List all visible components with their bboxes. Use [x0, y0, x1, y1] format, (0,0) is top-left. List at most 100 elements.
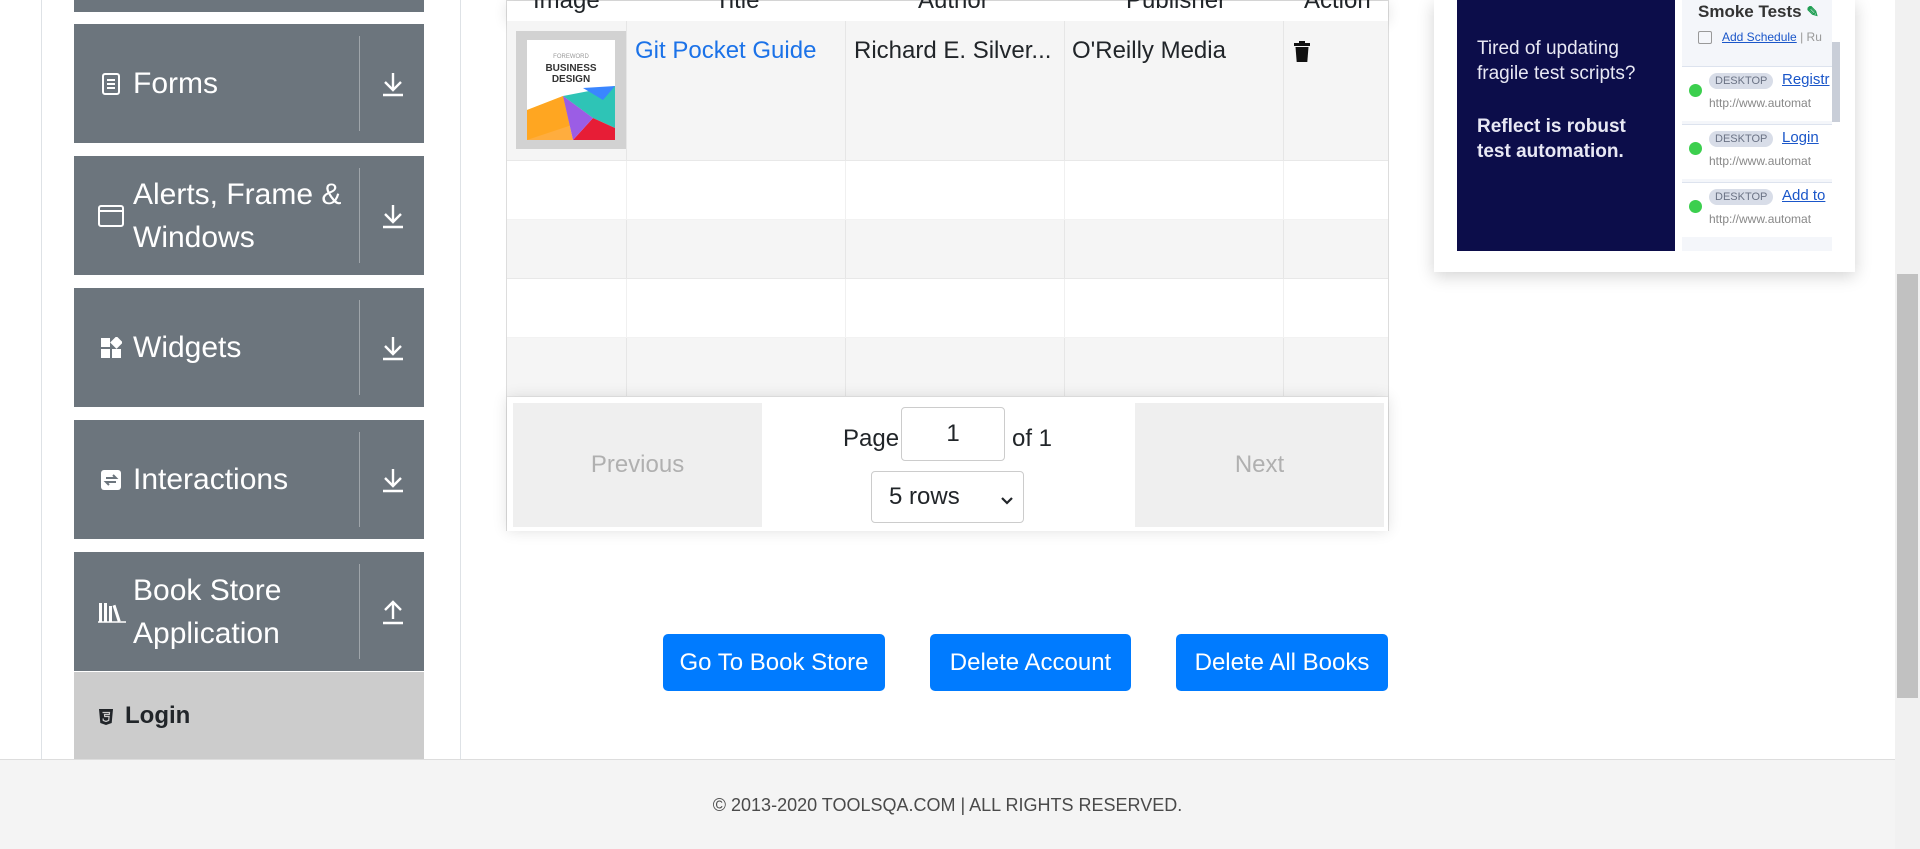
- column-divider: [626, 338, 627, 396]
- go-to-book-store-button[interactable]: Go To Book Store: [663, 634, 885, 691]
- ad-test-url: http://www.automat: [1709, 96, 1812, 110]
- ad-schedule-row: Add Schedule | Ru: [1698, 30, 1822, 45]
- copyright-text: © 2013-2020 TOOLSQA.COM | ALL RIGHTS RES…: [712, 795, 1183, 815]
- download-arrow-icon[interactable]: [380, 465, 406, 495]
- ad-panel-title-text: Smoke Tests: [1698, 2, 1802, 21]
- group-header-book-store[interactable]: Book Store Application: [74, 552, 424, 671]
- status-dot-icon: [1689, 84, 1702, 97]
- pencil-icon: ✎: [1806, 4, 1819, 21]
- ad-panel-title: Smoke Tests ✎: [1698, 2, 1819, 22]
- svg-text:FOREWORD: FOREWORD: [553, 54, 589, 60]
- column-divider: [626, 220, 627, 278]
- ad-test-link: Registr: [1782, 71, 1830, 88]
- scrollbar-thumb[interactable]: [1897, 274, 1918, 698]
- column-divider: [1283, 338, 1284, 396]
- group-label: Widgets: [133, 331, 242, 364]
- delete-account-button[interactable]: Delete Account: [930, 634, 1131, 691]
- ad-scroll-edge: [1832, 42, 1840, 122]
- advertisement[interactable]: Tired of updating fragile test scripts? …: [1434, 0, 1855, 272]
- download-arrow-icon[interactable]: [380, 201, 406, 231]
- chevron-down-icon: [999, 488, 1015, 505]
- column-divider: [1064, 21, 1065, 160]
- group-header-forms[interactable]: Forms: [74, 24, 424, 143]
- page-number-input[interactable]: [901, 407, 1005, 461]
- html5-icon: [98, 708, 114, 726]
- column-divider: [1064, 338, 1065, 396]
- column-header-publisher[interactable]: Publisher: [1126, 0, 1226, 15]
- download-arrow-icon[interactable]: [380, 333, 406, 363]
- divider: [359, 564, 360, 659]
- rows-per-page-value: 5 rows: [889, 483, 960, 510]
- status-dot-icon: [1689, 200, 1702, 213]
- ad-test-url: http://www.automat: [1709, 154, 1812, 168]
- page-scrollbar[interactable]: [1895, 0, 1920, 849]
- book-publisher: O'Reilly Media: [1072, 37, 1226, 64]
- page-total-label: of 1: [1012, 425, 1053, 452]
- column-divider: [845, 161, 846, 219]
- column-divider: [1283, 161, 1284, 219]
- group-header-interactions[interactable]: Interactions: [74, 420, 424, 539]
- download-arrow-icon[interactable]: [380, 69, 406, 99]
- group-label: Alerts, Frame & Windows: [133, 177, 342, 254]
- interactions-icon: [100, 469, 122, 491]
- divider: [359, 36, 360, 131]
- trash-icon[interactable]: [1293, 41, 1311, 63]
- column-divider: [1064, 220, 1065, 278]
- column-header-title[interactable]: Title: [715, 0, 759, 15]
- table-row: [507, 161, 1388, 220]
- column-header-action[interactable]: Action: [1304, 0, 1371, 15]
- main-border: [460, 0, 461, 759]
- column-header-image[interactable]: Image: [533, 0, 600, 15]
- ad-badge: DESKTOP: [1709, 73, 1774, 89]
- svg-text:BUSINESS: BUSINESS: [545, 63, 596, 74]
- group-label: Forms: [133, 67, 218, 100]
- column-divider: [1064, 279, 1065, 337]
- add-schedule-link: Add Schedule: [1722, 30, 1797, 44]
- file-icon: [100, 72, 122, 95]
- svg-text:DESIGN: DESIGN: [552, 74, 590, 85]
- table-row: [507, 279, 1388, 338]
- column-header-author[interactable]: Author: [918, 0, 989, 15]
- column-divider: [845, 279, 846, 337]
- delete-all-books-button[interactable]: Delete All Books: [1176, 634, 1388, 691]
- book-cover-image: FOREWORD BUSINESS DESIGN: [516, 31, 626, 149]
- group-label: Book Store Application: [133, 573, 282, 650]
- divider: [359, 432, 360, 527]
- group-header-alerts[interactable]: Alerts, Frame & Windows: [74, 156, 424, 275]
- book-author: Richard E. Silver...: [854, 37, 1052, 64]
- sidebar-item-label: Login: [125, 701, 191, 729]
- next-button[interactable]: Next: [1135, 403, 1384, 527]
- ad-badge: DESKTOP: [1709, 189, 1774, 205]
- books-icon: [98, 601, 126, 623]
- ad-badge: DESKTOP: [1709, 131, 1774, 147]
- book-title-link[interactable]: Git Pocket Guide: [635, 37, 816, 65]
- ad-test-item: DESKTOP Login http://www.automat: [1682, 124, 1832, 179]
- column-divider: [1283, 220, 1284, 278]
- column-divider: [845, 338, 846, 396]
- ad-test-link: Login: [1782, 129, 1819, 146]
- column-divider: [626, 279, 627, 337]
- page-label: Page: [843, 425, 900, 452]
- group-header-widgets[interactable]: Widgets: [74, 288, 424, 407]
- ad-test-item: DESKTOP Registr http://www.automat: [1682, 66, 1832, 121]
- books-table: Image Title Author Publisher Action FORE…: [506, 0, 1389, 531]
- column-divider: [1283, 279, 1284, 337]
- divider: [359, 168, 360, 263]
- widgets-icon: [100, 336, 122, 359]
- ad-schedule-sep: | Ru: [1800, 30, 1822, 44]
- ad-test-item: DESKTOP Add to http://www.automat: [1682, 182, 1832, 237]
- group-label: Interactions: [133, 463, 289, 496]
- rows-per-page-select[interactable]: 5 rows: [871, 471, 1024, 523]
- upload-arrow-icon[interactable]: [380, 597, 406, 627]
- column-divider: [626, 161, 627, 219]
- calendar-icon: [1698, 31, 1712, 45]
- window-icon: [98, 204, 124, 227]
- column-divider: [845, 21, 846, 160]
- table-row: [507, 220, 1388, 279]
- group-header-partial[interactable]: [74, 0, 424, 12]
- sidebar-item-login[interactable]: Login: [74, 672, 424, 759]
- table-row: FOREWORD BUSINESS DESIGN Git Pocket Guid…: [507, 21, 1388, 161]
- ad-preview-panel: Smoke Tests ✎ Add Schedule | Ru DESKTOP …: [1682, 0, 1832, 251]
- previous-button[interactable]: Previous: [513, 403, 762, 527]
- page: Forms Alerts, Frame & Windows Widgets In…: [0, 0, 1920, 849]
